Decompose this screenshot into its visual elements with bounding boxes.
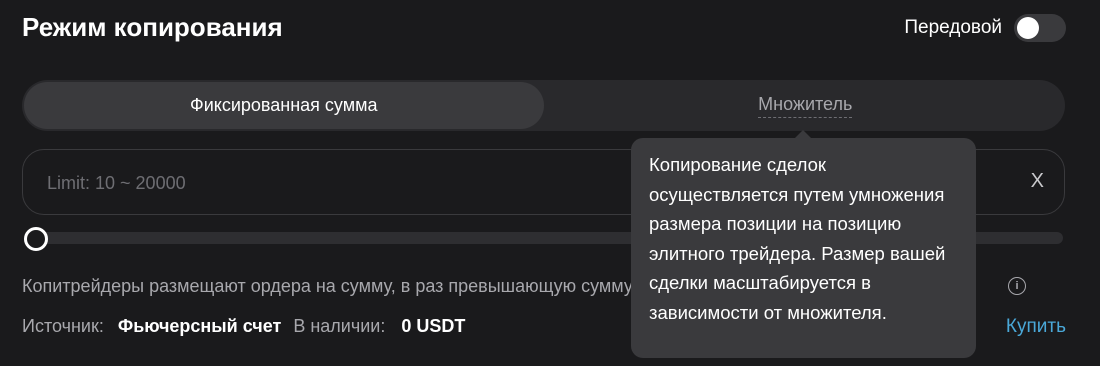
tab-fixed-amount[interactable]: Фиксированная сумма xyxy=(24,82,544,129)
tab-multiplier-label: Множитель xyxy=(758,94,853,118)
advanced-mode: Передовой xyxy=(904,14,1066,42)
advanced-label: Передовой xyxy=(904,17,1002,38)
page-title: Режим копирования xyxy=(22,12,283,42)
source-label: Источник: xyxy=(22,316,104,336)
source-row: Источник: Фьючерсный счет В наличии: 0 U… xyxy=(22,316,465,337)
info-icon[interactable]: i xyxy=(1008,277,1026,295)
slider-handle[interactable] xyxy=(24,227,48,251)
tab-multiplier[interactable]: Множитель xyxy=(546,80,1066,131)
mode-tabs: Фиксированная сумма Множитель xyxy=(22,80,1065,131)
available-label: В наличии: xyxy=(293,316,386,336)
source-value[interactable]: Фьючерсный счет xyxy=(118,316,281,337)
advanced-toggle[interactable] xyxy=(1014,14,1066,42)
available-value: 0 USDT xyxy=(401,316,466,336)
buy-link[interactable]: Купить xyxy=(1006,316,1066,338)
multiplier-tooltip: Копирование сделок осуществляется путем … xyxy=(631,138,976,358)
toggle-knob xyxy=(1017,17,1039,39)
clear-icon[interactable]: X xyxy=(1031,170,1044,193)
